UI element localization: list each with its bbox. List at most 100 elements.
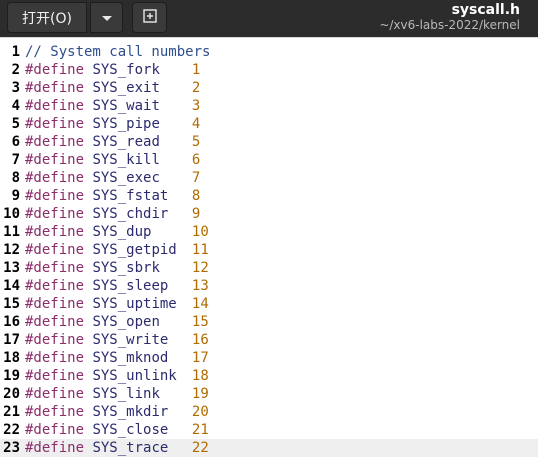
macro-value: 16 (191, 332, 209, 348)
line-number: 18 (3, 350, 20, 366)
macro-value: 7 (191, 170, 201, 186)
code-line[interactable]: 15 #define SYS_uptime 14 (0, 295, 538, 313)
code-line[interactable]: 17 #define SYS_write 16 (0, 331, 538, 349)
code-line[interactable]: 13 #define SYS_sbrk 12 (0, 259, 538, 277)
define-keyword: #define (25, 62, 85, 78)
code-line[interactable]: 20 #define SYS_link 19 (0, 385, 538, 403)
code-line[interactable]: 7 #define SYS_kill 6 (0, 151, 538, 169)
define-keyword: #define (25, 134, 85, 150)
new-document-button[interactable] (132, 2, 167, 33)
line-number: 11 (3, 224, 20, 240)
define-keyword: #define (25, 206, 85, 222)
code-line[interactable]: 1 // System call numbers (0, 43, 538, 61)
macro-name: SYS_close (92, 422, 169, 438)
code-line[interactable]: 4 #define SYS_wait 3 (0, 97, 538, 115)
file-name: syscall.h (451, 2, 520, 18)
define-keyword: #define (25, 152, 85, 168)
macro-value: 2 (191, 80, 201, 96)
macro-name: SYS_dup (92, 224, 152, 240)
macro-value: 21 (191, 422, 209, 438)
line-number: 23 (3, 440, 20, 456)
line-number: 16 (3, 314, 20, 330)
define-keyword: #define (25, 440, 85, 456)
macro-value: 6 (191, 152, 201, 168)
macro-name: SYS_read (92, 134, 160, 150)
code-line[interactable]: 18 #define SYS_mknod 17 (0, 349, 538, 367)
line-number: 21 (3, 404, 20, 420)
line-number: 17 (3, 332, 20, 348)
macro-value: 5 (191, 134, 201, 150)
macro-value: 22 (191, 440, 209, 456)
macro-name: SYS_getpid (92, 242, 177, 258)
line-number: 20 (3, 386, 20, 402)
macro-value: 20 (191, 404, 209, 420)
macro-name: SYS_open (92, 314, 160, 330)
define-keyword: #define (25, 278, 85, 294)
file-path: ~/xv6-labs-2022/kernel (379, 18, 520, 32)
define-keyword: #define (25, 260, 85, 276)
code-line[interactable]: 5 #define SYS_pipe 4 (0, 115, 538, 133)
macro-value: 15 (191, 314, 209, 330)
line-number: 6 (11, 134, 20, 150)
line-number: 4 (11, 98, 20, 114)
macro-value: 13 (191, 278, 209, 294)
line-number: 7 (11, 152, 20, 168)
macro-name: SYS_kill (92, 152, 160, 168)
chevron-down-icon (101, 8, 113, 27)
code-line[interactable]: 16 #define SYS_open 15 (0, 313, 538, 331)
line-number: 3 (11, 80, 20, 96)
macro-name: SYS_write (92, 332, 169, 348)
macro-value: 11 (191, 242, 209, 258)
code-line[interactable]: 23 #define SYS_trace 22 (0, 439, 538, 457)
text-editor[interactable]: 1 // System call numbers 2 #define SYS_fork… (0, 37, 538, 464)
code-line[interactable]: 2 #define SYS_fork 1 (0, 61, 538, 79)
code-line[interactable]: 12 #define SYS_getpid 11 (0, 241, 538, 259)
macro-value: 14 (191, 296, 209, 312)
macro-name: SYS_link (92, 386, 160, 402)
macro-name: SYS_chdir (92, 206, 169, 222)
define-keyword: #define (25, 242, 85, 258)
define-keyword: #define (25, 368, 85, 384)
code-line[interactable]: 19 #define SYS_unlink 18 (0, 367, 538, 385)
code-line[interactable]: 14 #define SYS_sleep 13 (0, 277, 538, 295)
macro-name: SYS_sbrk (92, 260, 160, 276)
macro-name: SYS_fork (92, 62, 160, 78)
define-keyword: #define (25, 188, 85, 204)
define-keyword: #define (25, 296, 85, 312)
line-number: 12 (3, 242, 20, 258)
define-keyword: #define (25, 314, 85, 330)
code-line[interactable]: 6 #define SYS_read 5 (0, 133, 538, 151)
define-keyword: #define (25, 80, 85, 96)
code-line[interactable]: 9 #define SYS_fstat 8 (0, 187, 538, 205)
code-line[interactable]: 11 #define SYS_dup 10 (0, 223, 538, 241)
line-number: 19 (3, 368, 20, 384)
line-number: 9 (11, 188, 20, 204)
code-line[interactable]: 22 #define SYS_close 21 (0, 421, 538, 439)
macro-value: 3 (191, 98, 201, 114)
code-line[interactable]: 3 #define SYS_exit 2 (0, 79, 538, 97)
define-keyword: #define (25, 422, 85, 438)
macro-value: 10 (191, 224, 209, 240)
macro-name: SYS_sleep (92, 278, 169, 294)
code-line[interactable]: 10 #define SYS_chdir 9 (0, 205, 538, 223)
open-button-label: 打开(O) (22, 10, 72, 27)
code-line[interactable]: 8 #define SYS_exec 7 (0, 169, 538, 187)
macro-value: 8 (191, 188, 201, 204)
line-number: 22 (3, 422, 20, 438)
macro-name: SYS_mknod (92, 350, 169, 366)
define-keyword: #define (25, 332, 85, 348)
macro-value: 1 (191, 62, 201, 78)
macro-name: SYS_uptime (92, 296, 177, 312)
macro-name: SYS_mkdir (92, 404, 169, 420)
open-menu-button[interactable] (90, 2, 123, 33)
define-keyword: #define (25, 386, 85, 402)
code-view[interactable]: 1 // System call numbers 2 #define SYS_fork… (0, 43, 538, 457)
macro-name: SYS_pipe (92, 116, 160, 132)
define-keyword: #define (25, 224, 85, 240)
macro-value: 18 (191, 368, 209, 384)
open-button[interactable]: 打开(O) (7, 2, 87, 33)
define-keyword: #define (25, 170, 85, 186)
macro-name: SYS_exit (92, 80, 160, 96)
macro-value: 4 (191, 116, 201, 132)
code-line[interactable]: 21 #define SYS_mkdir 20 (0, 403, 538, 421)
